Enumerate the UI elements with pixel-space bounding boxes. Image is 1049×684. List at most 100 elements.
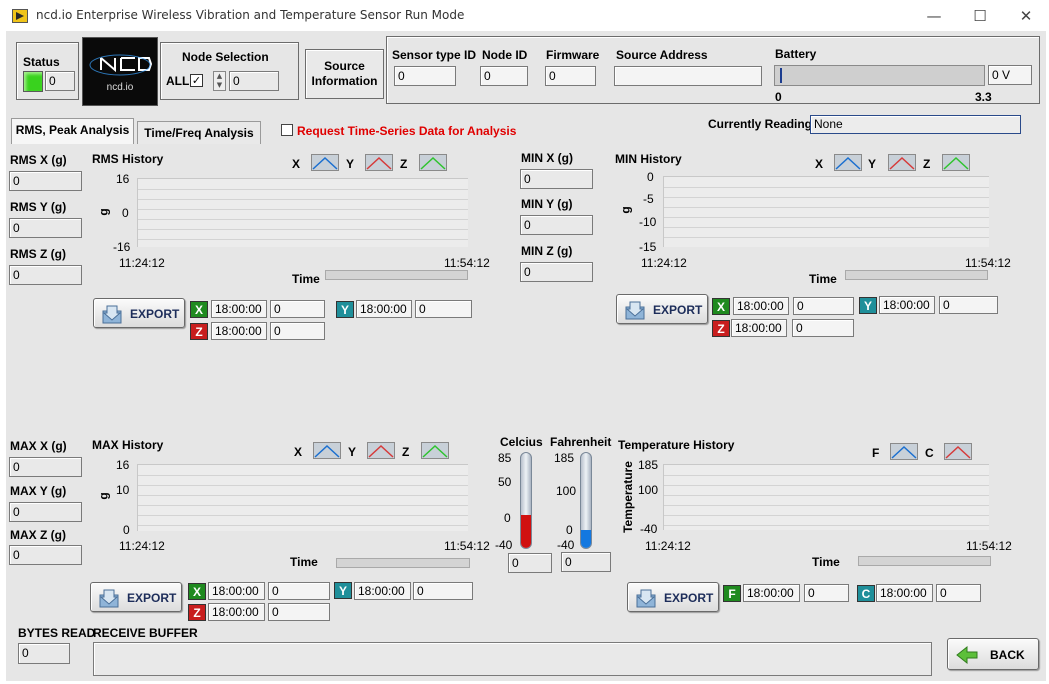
- temp-plot-area[interactable]: [663, 464, 989, 530]
- max-cursor-y-time[interactable]: 18:00:00: [354, 582, 411, 600]
- min-cursor-z-tag: Z: [712, 320, 730, 337]
- min-legend-y-swatch[interactable]: [888, 154, 916, 171]
- battery-value: 0 V: [988, 65, 1032, 85]
- fahrenheit-tick-3: -40: [557, 538, 575, 552]
- source-info-line1: Source: [324, 59, 365, 73]
- rms-legend-y-swatch[interactable]: [365, 154, 393, 171]
- rms-cursor-x-time[interactable]: 18:00:00: [211, 300, 267, 318]
- status-label: Status: [23, 55, 60, 69]
- temp-legend-c-label: C: [925, 446, 934, 460]
- max-cursor-y-value[interactable]: 0: [413, 582, 473, 600]
- rms-cursor-y-value[interactable]: 0: [415, 300, 472, 318]
- sensor-type-value: 0: [394, 66, 456, 86]
- max-time-scrollbar[interactable]: [336, 558, 470, 568]
- rms-ytick-bot: -16: [113, 240, 131, 254]
- rms-legend-z-label: Z: [400, 157, 408, 171]
- min-cursor-y-value[interactable]: 0: [939, 296, 998, 314]
- temp-cursor-f-time[interactable]: 18:00:00: [743, 584, 800, 602]
- rms-cursor-z-time[interactable]: 18:00:00: [211, 322, 267, 340]
- increment-icon[interactable]: ▲: [214, 72, 225, 81]
- max-legend-x-swatch[interactable]: [313, 442, 341, 459]
- node-stepper[interactable]: ▲ ▼: [213, 71, 226, 91]
- request-checkbox[interactable]: [281, 124, 293, 136]
- max-plot-area[interactable]: [137, 464, 468, 531]
- legend-z-line: [420, 156, 446, 170]
- min-xlabel: Time: [809, 272, 837, 286]
- rms-export-button[interactable]: EXPORT: [93, 298, 185, 328]
- fahrenheit-tick-1: 100: [556, 484, 577, 498]
- decrement-icon[interactable]: ▼: [214, 81, 225, 90]
- temp-legend-f-swatch[interactable]: [890, 443, 918, 460]
- min-export-label: EXPORT: [653, 303, 703, 317]
- min-plot-area[interactable]: [663, 176, 989, 247]
- temp-legend-c-swatch[interactable]: [944, 443, 972, 460]
- max-ytick-2: 0: [123, 523, 130, 537]
- min-cursor-x-time[interactable]: 18:00:00: [733, 297, 789, 315]
- legend-z-line: [422, 444, 448, 458]
- fahrenheit-tick-2: 0: [566, 523, 573, 537]
- temp-xtick-start: 11:24:12: [645, 539, 691, 553]
- temp-cursor-c-time[interactable]: 18:00:00: [876, 584, 933, 602]
- max-ylabel: g: [96, 492, 111, 500]
- celsius-tick-2: 0: [504, 511, 511, 525]
- max-cursor-y-tag: Y: [334, 582, 352, 599]
- min-xtick-start: 11:24:12: [641, 256, 687, 270]
- receive-buffer-value: [93, 642, 932, 676]
- max-legend-z-swatch[interactable]: [421, 442, 449, 459]
- max-xtick-end: 11:54:12: [444, 539, 490, 553]
- min-cursor-y-time[interactable]: 18:00:00: [879, 296, 935, 314]
- rms-cursor-z-value[interactable]: 0: [270, 322, 325, 340]
- min-cursor-z-value[interactable]: 0: [792, 319, 854, 337]
- min-time-scrollbar[interactable]: [845, 270, 988, 280]
- max-legend-y-swatch[interactable]: [367, 442, 395, 459]
- max-x-label: MAX X (g): [10, 439, 67, 453]
- rms-x-value: 0: [9, 171, 82, 191]
- fahrenheit-value: 0: [561, 552, 611, 572]
- max-cursor-z-time[interactable]: 18:00:00: [208, 603, 265, 621]
- rms-legend-x-swatch[interactable]: [311, 154, 339, 171]
- source-address-value: [614, 66, 762, 86]
- temp-ytick-0: 185: [638, 458, 659, 472]
- temp-cursor-c-value[interactable]: 0: [936, 584, 981, 602]
- rms-plot-area[interactable]: [137, 178, 468, 247]
- min-y-value: 0: [520, 215, 593, 235]
- all-label: ALL: [166, 74, 190, 88]
- max-export-button[interactable]: EXPORT: [90, 582, 182, 612]
- close-button[interactable]: ✕: [1003, 4, 1049, 28]
- rms-cursor-y-time[interactable]: 18:00:00: [356, 300, 412, 318]
- temp-xlabel: Time: [812, 555, 840, 569]
- node-value[interactable]: 0: [229, 71, 279, 91]
- max-cursor-x-value[interactable]: 0: [268, 582, 330, 600]
- export-icon: [102, 305, 122, 324]
- min-ytick-3: -15: [639, 240, 657, 254]
- temp-export-button[interactable]: EXPORT: [627, 582, 719, 612]
- rms-cursor-x-value[interactable]: 0: [270, 300, 325, 318]
- all-checkbox[interactable]: ✓: [190, 74, 203, 87]
- source-information-button[interactable]: Source Information: [305, 49, 384, 99]
- min-cursor-x-value[interactable]: 0: [793, 297, 854, 315]
- currently-reading-value: None: [810, 115, 1021, 134]
- min-export-button[interactable]: EXPORT: [616, 294, 708, 324]
- minimize-button[interactable]: —: [911, 4, 957, 28]
- tab-rms-peak-analysis[interactable]: RMS, Peak Analysis: [11, 118, 134, 144]
- rms-y-value: 0: [9, 218, 82, 238]
- temp-time-scrollbar[interactable]: [858, 556, 991, 566]
- min-cursor-z-time[interactable]: 18:00:00: [731, 319, 787, 337]
- rms-legend-z-swatch[interactable]: [419, 154, 447, 171]
- max-chart-title: MAX History: [92, 438, 164, 452]
- celsius-label: Celcius: [500, 435, 543, 449]
- back-button[interactable]: BACK: [947, 638, 1039, 670]
- max-cursor-z-value[interactable]: 0: [268, 603, 330, 621]
- temp-ylabel: Temperature: [620, 461, 635, 533]
- temp-xtick-end: 11:54:12: [966, 539, 1012, 553]
- fahrenheit-tick-0: 185: [554, 451, 575, 465]
- max-cursor-x-tag: X: [188, 583, 206, 600]
- min-legend-x-swatch[interactable]: [834, 154, 862, 171]
- maximize-button[interactable]: ☐: [957, 4, 1003, 28]
- tab-time-freq-analysis[interactable]: Time/Freq Analysis: [137, 121, 261, 144]
- min-legend-z-swatch[interactable]: [942, 154, 970, 171]
- temp-cursor-f-value[interactable]: 0: [804, 584, 849, 602]
- max-y-value: 0: [9, 502, 82, 522]
- max-cursor-x-time[interactable]: 18:00:00: [208, 582, 265, 600]
- rms-time-scrollbar[interactable]: [325, 270, 468, 280]
